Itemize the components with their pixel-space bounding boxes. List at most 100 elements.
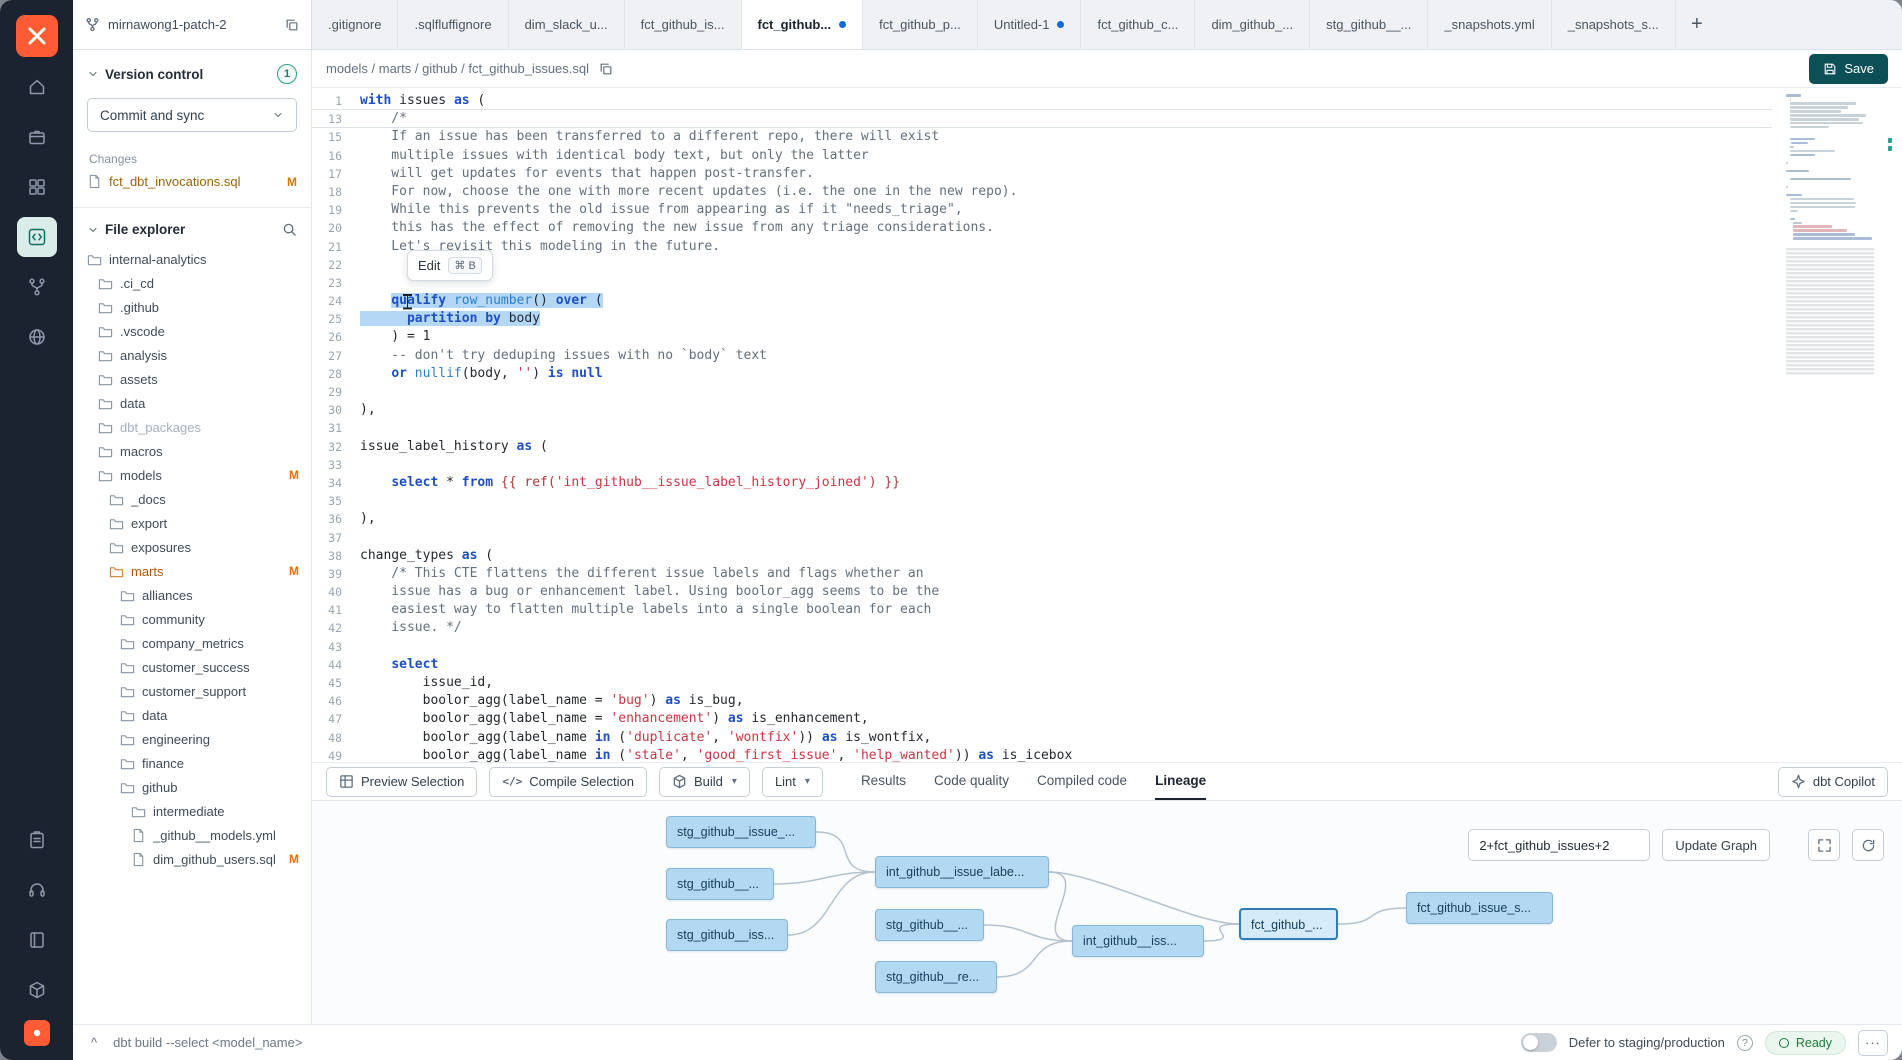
lint-button[interactable]: Lint ▾	[762, 767, 823, 797]
fullscreen-button[interactable]	[1808, 829, 1840, 861]
command-input[interactable]: dbt build --select <model_name>	[113, 1035, 302, 1050]
packages-box-icon[interactable]	[17, 970, 57, 1010]
tree-item-dim-github-users-sql[interactable]: dim_github_users.sqlM	[73, 847, 311, 871]
new-tab-button[interactable]: +	[1676, 0, 1718, 49]
tab-untitled-1[interactable]: Untitled-1	[978, 0, 1082, 49]
collapse-panel-button[interactable]: ^	[87, 1035, 101, 1050]
panel-tab-lineage[interactable]: Lineage	[1155, 763, 1206, 800]
commit-and-sync-button[interactable]: Commit and sync	[87, 98, 297, 132]
tree-item-dbt-packages[interactable]: dbt_packages	[73, 415, 311, 439]
build-button[interactable]: Build ▾	[659, 767, 750, 797]
branch-selector[interactable]: mirnawong1-patch-2	[73, 0, 312, 49]
tab-sqlfluffignore[interactable]: .sqlfluffignore	[398, 0, 508, 49]
search-icon[interactable]	[282, 222, 297, 237]
copy-path-icon[interactable]	[599, 62, 613, 76]
tree-item-vscode[interactable]: .vscode	[73, 319, 311, 343]
tree-item-github[interactable]: github	[73, 775, 311, 799]
lineage-node-stg-github[interactable]: stg_github__...	[666, 868, 774, 900]
minimap-change-mark	[1888, 146, 1892, 151]
line-number: 26	[312, 328, 360, 346]
tree-item-ci-cd[interactable]: .ci_cd	[73, 271, 311, 295]
lineage-selector-input[interactable]	[1468, 829, 1650, 861]
save-button[interactable]: Save	[1809, 54, 1888, 84]
tree-item-macros[interactable]: macros	[73, 439, 311, 463]
lineage-node-fct-github-issue-s[interactable]: fct_github_issue_s...	[1406, 892, 1553, 924]
tree-item-docs[interactable]: _docs	[73, 487, 311, 511]
defer-toggle[interactable]	[1521, 1033, 1557, 1052]
status-ready-badge[interactable]: Ready	[1765, 1031, 1846, 1055]
tree-item-data[interactable]: data	[73, 703, 311, 727]
dbt-labs-icon[interactable]	[24, 1020, 50, 1046]
code-brackets-icon: </>	[502, 775, 522, 788]
tree-item-data[interactable]: data	[73, 391, 311, 415]
tree-item-export[interactable]: export	[73, 511, 311, 535]
tree-item-engineering[interactable]: engineering	[73, 727, 311, 751]
tree-item-customer-success[interactable]: customer_success	[73, 655, 311, 679]
overflow-menu-button[interactable]: ···	[1858, 1030, 1888, 1056]
tab-gitignore[interactable]: .gitignore	[312, 0, 398, 49]
line-content: partition by body	[360, 310, 540, 328]
lineage-node-int-github-issue-labe[interactable]: int_github__issue_labe...	[875, 856, 1049, 888]
panel-tab-results[interactable]: Results	[861, 763, 906, 800]
code-editor[interactable]: 1with issues as (13 /*15 If an issue has…	[312, 88, 1902, 762]
code-line-1: 1with issues as (	[312, 92, 1772, 110]
update-graph-button[interactable]: Update Graph	[1662, 829, 1770, 861]
apps-grid-icon[interactable]	[17, 167, 57, 207]
tree-item-company-metrics[interactable]: company_metrics	[73, 631, 311, 655]
tree-item-github-models-yml[interactable]: _github__models.yml	[73, 823, 311, 847]
panel-tab-compiled-code[interactable]: Compiled code	[1037, 763, 1127, 800]
minimap-line	[1793, 237, 1872, 240]
file-explorer-header[interactable]: File explorer	[73, 208, 311, 245]
tree-item-finance[interactable]: finance	[73, 751, 311, 775]
tab-stg-github[interactable]: stg_github__...	[1310, 0, 1428, 49]
develop-ide-icon[interactable]	[17, 217, 57, 257]
tree-item-marts[interactable]: martsM	[73, 559, 311, 583]
tree-item-models[interactable]: modelsM	[73, 463, 311, 487]
tab-fct-github-p[interactable]: fct_github_p...	[863, 0, 978, 49]
tab-fct-github-is[interactable]: fct_github_is...	[625, 0, 742, 49]
compile-selection-button[interactable]: </> Compile Selection	[489, 767, 647, 797]
tree-item-customer-support[interactable]: customer_support	[73, 679, 311, 703]
edit-tooltip[interactable]: Edit ⌘ B	[407, 250, 493, 281]
tree-item-intermediate[interactable]: intermediate	[73, 799, 311, 823]
lineage-node-stg-github-issue[interactable]: stg_github__issue_...	[666, 816, 816, 848]
tab-fct-github-c[interactable]: fct_github_c...	[1081, 0, 1195, 49]
dbt-logo[interactable]	[16, 15, 58, 57]
tree-item-community[interactable]: community	[73, 607, 311, 631]
tree-item-label: .ci_cd	[120, 276, 299, 291]
refresh-button[interactable]	[1852, 829, 1884, 861]
tab-snapshots-yml[interactable]: _snapshots.yml	[1428, 0, 1551, 49]
tree-item-analysis[interactable]: analysis	[73, 343, 311, 367]
checklist-icon[interactable]	[17, 820, 57, 860]
tab-dim-github[interactable]: dim_github_...	[1195, 0, 1310, 49]
globe-icon[interactable]	[17, 317, 57, 357]
help-icon[interactable]: ?	[1737, 1035, 1753, 1051]
tree-item-assets[interactable]: assets	[73, 367, 311, 391]
version-control-header[interactable]: Version control 1	[73, 50, 311, 92]
version-control-icon[interactable]	[17, 267, 57, 307]
tree-item-internal-analytics[interactable]: internal-analytics	[73, 247, 311, 271]
panel-tab-code-quality[interactable]: Code quality	[934, 763, 1009, 800]
tree-item-github[interactable]: .github	[73, 295, 311, 319]
tree-item-exposures[interactable]: exposures	[73, 535, 311, 559]
tab-fct-github[interactable]: fct_github...	[742, 0, 864, 49]
docs-book-icon[interactable]	[17, 920, 57, 960]
lineage-node-stg-github-re[interactable]: stg_github__re...	[875, 961, 997, 993]
changed-file-fct-dbt-invocations-sql[interactable]: fct_dbt_invocations.sqlM	[73, 170, 311, 193]
dbt-copilot-button[interactable]: dbt Copilot	[1778, 767, 1888, 797]
support-headset-icon[interactable]	[17, 870, 57, 910]
preview-selection-button[interactable]: Preview Selection	[326, 767, 477, 797]
tab-dim-slack-u[interactable]: dim_slack_u...	[509, 0, 625, 49]
lineage-node-fct-github[interactable]: fct_github_...	[1239, 908, 1338, 940]
folder-icon	[98, 300, 113, 315]
minimap[interactable]	[1786, 94, 1892, 622]
tree-item-alliances[interactable]: alliances	[73, 583, 311, 607]
home-icon[interactable]	[17, 67, 57, 107]
copy-branch-icon[interactable]	[285, 18, 299, 32]
minimap-line	[1790, 202, 1857, 205]
lineage-node-stg-github-iss[interactable]: stg_github__iss...	[666, 919, 788, 951]
lineage-node-stg-github[interactable]: stg_github__...	[875, 909, 984, 941]
tab-snapshots-s[interactable]: _snapshots_s...	[1552, 0, 1676, 49]
lineage-node-int-github-iss[interactable]: int_github__iss...	[1072, 925, 1204, 957]
environments-icon[interactable]	[17, 117, 57, 157]
